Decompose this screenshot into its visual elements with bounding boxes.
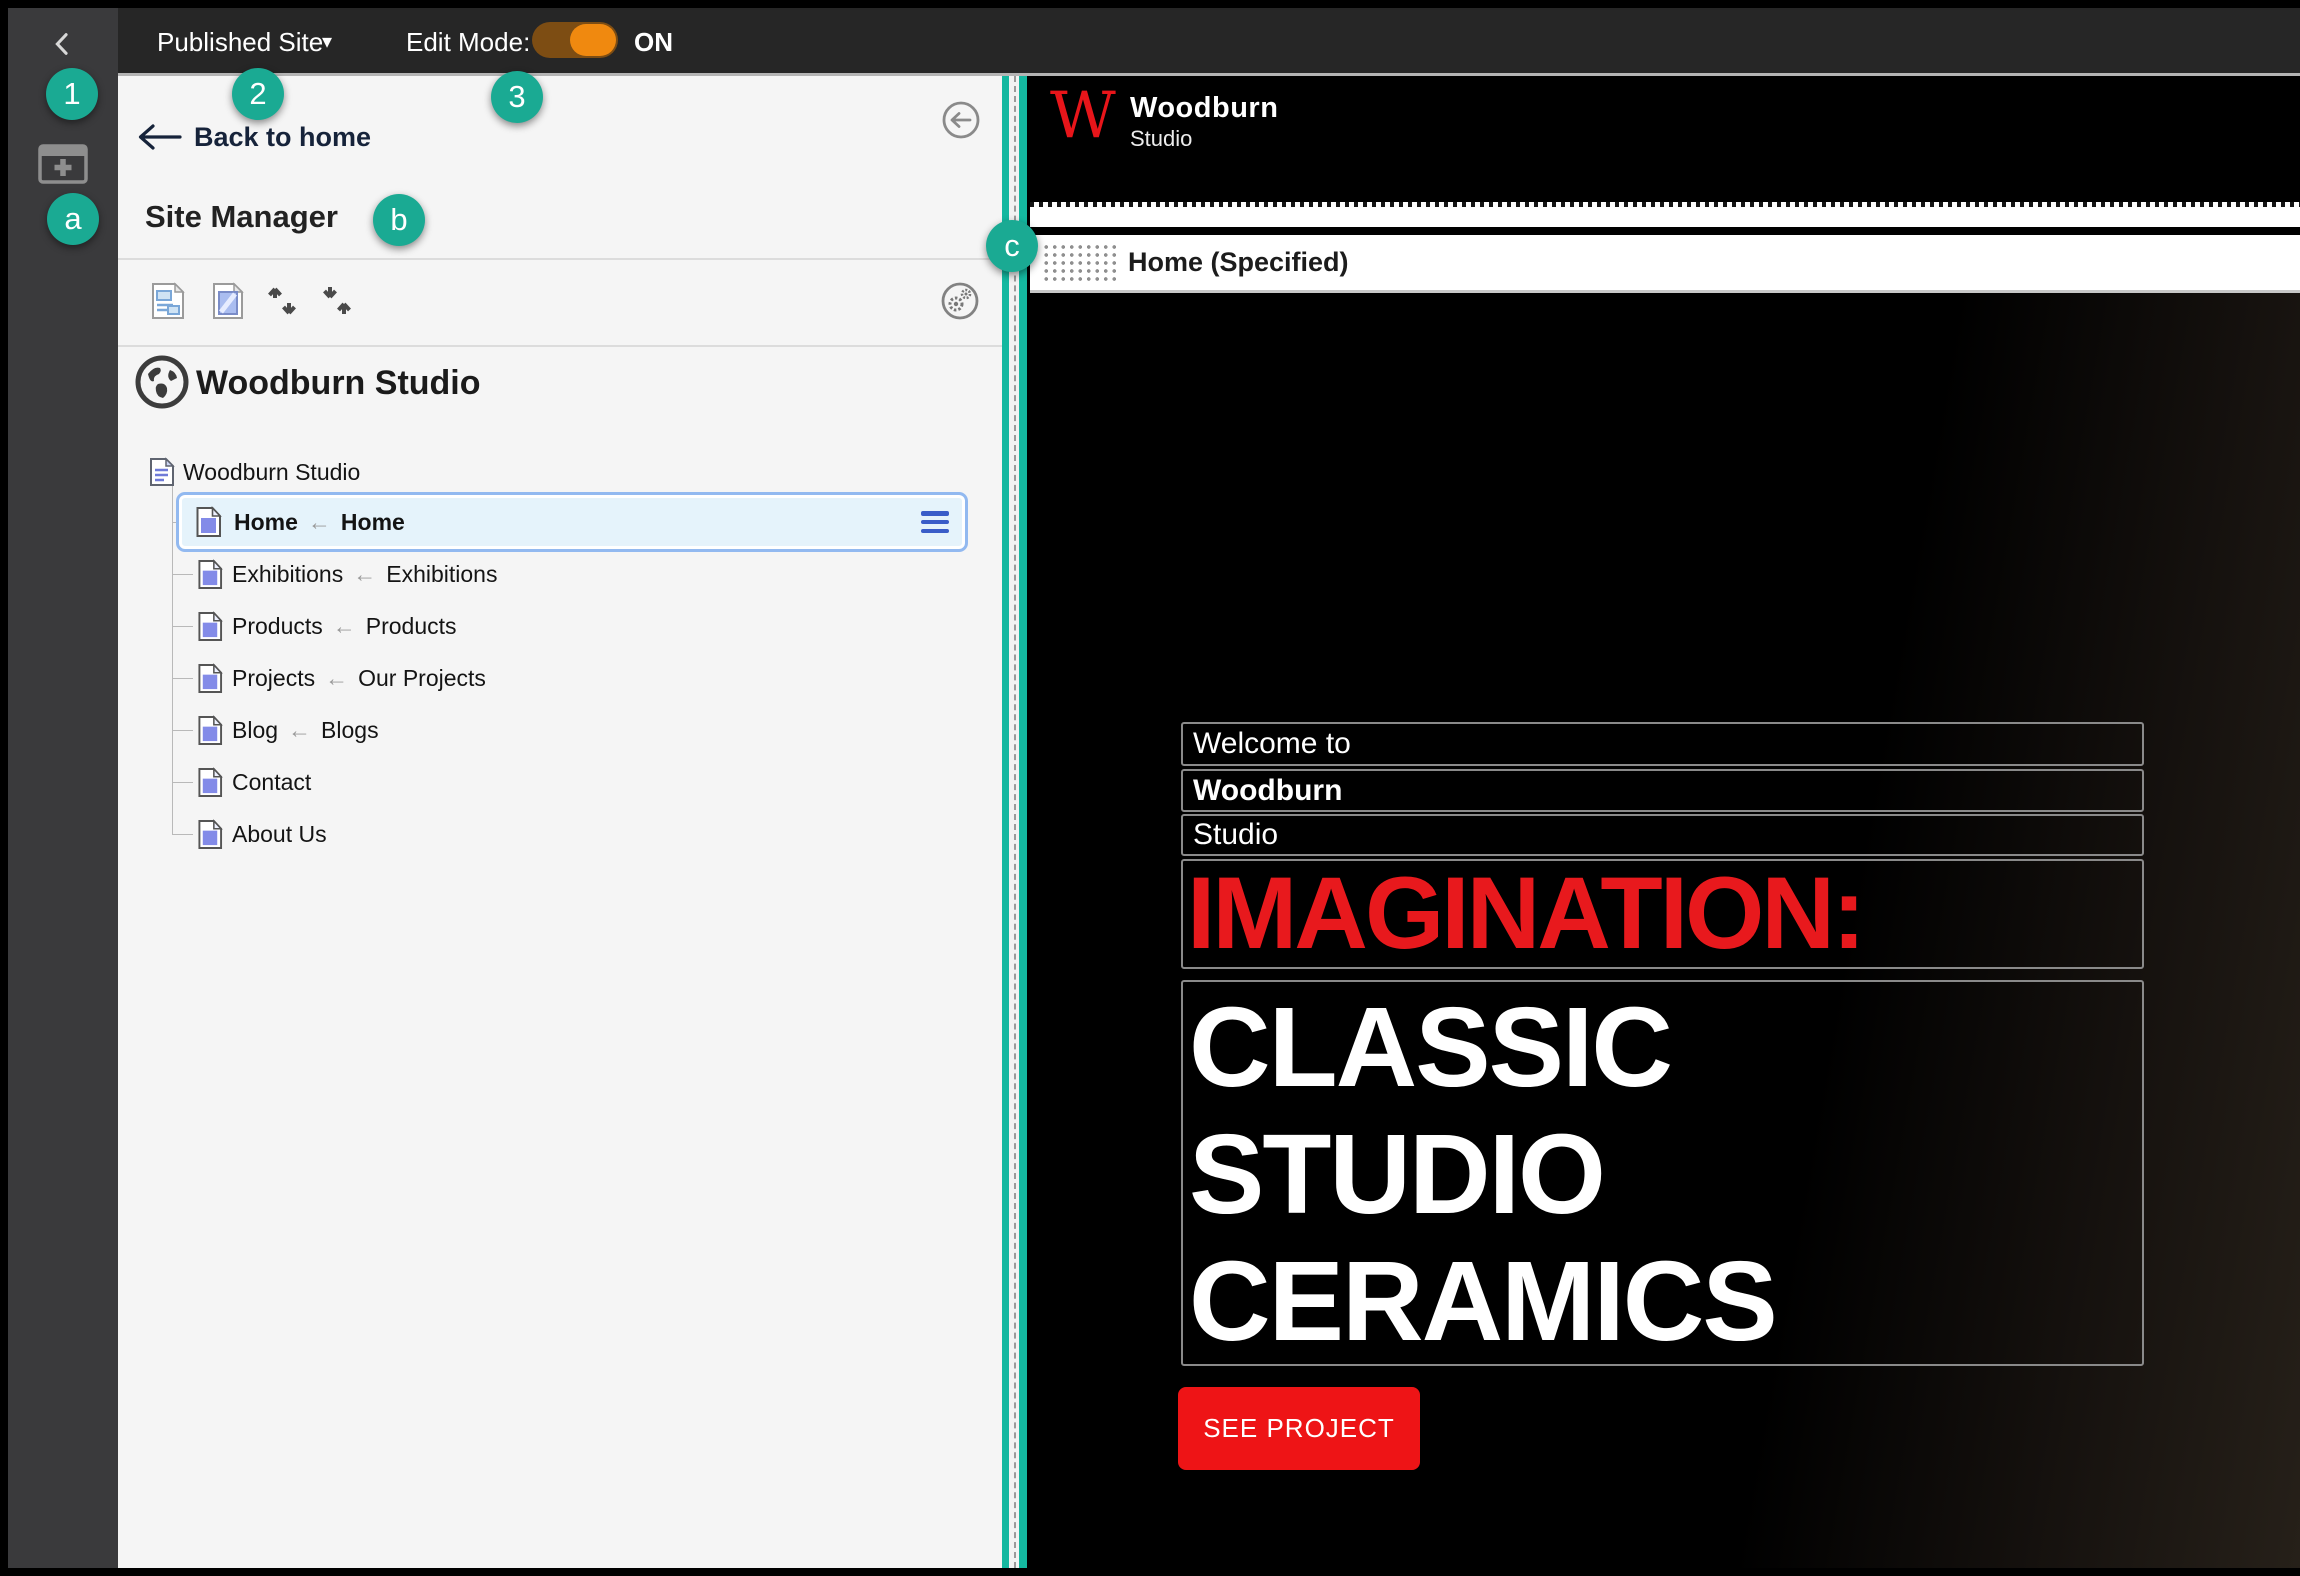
hero-line-2: Woodburn — [1193, 773, 1343, 807]
hero-text-field-2[interactable]: Woodburn — [1181, 769, 2144, 812]
tree-item-projects[interactable]: Projects ← Our Projects — [197, 661, 486, 695]
page-icon — [198, 662, 223, 693]
page-icon — [198, 714, 223, 745]
back-arrow-icon[interactable] — [136, 122, 182, 152]
new-content-icon[interactable] — [210, 282, 246, 320]
panel-splitter[interactable] — [1002, 76, 1027, 1568]
row-menu-icon[interactable] — [921, 511, 949, 533]
tree-item-contact[interactable]: Contact — [197, 765, 311, 799]
page-target: Home — [340, 508, 405, 535]
page-name: Exhibitions — [232, 560, 344, 587]
splitter-grip[interactable] — [1009, 76, 1019, 1568]
collapse-all-icon[interactable] — [320, 282, 356, 320]
tree-connector — [172, 782, 193, 783]
page-icon — [198, 766, 223, 797]
edit-mode-state: ON — [634, 27, 673, 57]
page-name: Blog — [232, 716, 279, 743]
top-bar — [8, 8, 2300, 73]
collapse-rail-icon[interactable] — [48, 30, 76, 58]
tree-item-products[interactable]: Products ← Products — [197, 609, 457, 643]
see-project-button[interactable]: SEE PROJECT — [1178, 1387, 1420, 1470]
page-icon — [198, 818, 223, 849]
edit-mode-toggle[interactable] — [532, 22, 618, 58]
tree-connector — [172, 678, 193, 679]
page-name: Products — [232, 612, 323, 639]
annotation-badge-c: c — [986, 220, 1038, 272]
section-label-band: Home (Specified) — [1030, 235, 2300, 290]
hero-line-3: Studio — [1193, 818, 1279, 851]
chevron-down-icon[interactable]: ▾ — [322, 29, 332, 54]
maps-to-arrow: ← — [325, 664, 349, 691]
tree-connector — [172, 730, 193, 731]
headline-line-1: CLASSIC — [1189, 984, 1673, 1110]
maps-to-arrow: ← — [288, 716, 312, 743]
new-page-icon[interactable] — [150, 282, 186, 320]
page-name: Contact — [232, 768, 312, 795]
site-logo-name[interactable]: Woodburn — [1130, 92, 1278, 125]
page-target: Blogs — [321, 716, 379, 743]
edit-mode-label: Edit Mode: — [406, 27, 531, 57]
toggle-knob[interactable] — [570, 24, 616, 56]
tree-item-exhibitions[interactable]: Exhibitions ← Exhibitions — [197, 557, 497, 591]
new-window-icon[interactable] — [38, 144, 88, 184]
annotation-badge-a: a — [47, 193, 99, 245]
page-icon — [198, 558, 223, 589]
hero-headline-field[interactable]: CLASSIC STUDIO CERAMICS — [1181, 980, 2144, 1366]
site-logo-subtitle[interactable]: Studio — [1130, 126, 1192, 152]
tree-item-about-us[interactable]: About Us — [197, 817, 327, 851]
site-title[interactable]: Woodburn Studio — [196, 364, 481, 403]
page-name: Projects — [232, 664, 316, 691]
page-icon — [198, 610, 223, 641]
hero-text-field-1[interactable]: Welcome to — [1181, 722, 2144, 766]
settings-gears-icon[interactable] — [940, 281, 980, 321]
annotation-badge-b: b — [373, 194, 425, 246]
tree-root-label: Woodburn Studio — [183, 458, 361, 485]
page-target: Products — [365, 612, 457, 639]
page-name: About Us — [232, 820, 327, 847]
hero-highlight-field[interactable]: IMAGINATION: — [1181, 859, 2144, 969]
divider — [118, 258, 1002, 260]
tree-connector — [172, 574, 193, 575]
hero-highlight-text: IMAGINATION: — [1187, 856, 1866, 970]
headline-line-2: STUDIO — [1189, 1111, 1606, 1237]
published-site-dropdown[interactable]: Published Site — [157, 27, 323, 58]
page-name: Home — [234, 508, 298, 535]
tree-root-item[interactable]: Woodburn Studio — [148, 454, 360, 490]
maps-to-arrow: ← — [353, 560, 377, 587]
maps-to-arrow: ← — [332, 612, 356, 639]
page-target: Exhibitions — [386, 560, 498, 587]
site-manager-panel: Back to home Site Manager Woodburn Studi… — [118, 76, 1002, 1568]
preview-site-header: W Woodburn Studio — [1030, 76, 2300, 202]
drag-handle-icon[interactable] — [1042, 243, 1118, 281]
maps-to-arrow: ← — [307, 508, 331, 535]
annotation-badge-2: 2 — [232, 68, 284, 120]
site-node-icon — [150, 457, 175, 486]
tree-item-home-selected[interactable]: Home ← Home — [176, 492, 968, 552]
hero-line-1: Welcome to — [1193, 727, 1351, 760]
app-window: Published Site ▾ Edit Mode: ON 1 2 3 a b… — [0, 0, 2300, 1576]
back-to-home-link[interactable]: Back to home — [194, 122, 371, 153]
panel-title: Site Manager — [145, 199, 338, 234]
edit-region-gap — [1030, 207, 2300, 227]
collapse-panel-icon[interactable] — [941, 100, 981, 140]
headline-line-3: CERAMICS — [1189, 1238, 1778, 1364]
page-icon — [196, 506, 222, 537]
page-target: Our Projects — [358, 664, 486, 691]
hero-text-field-3[interactable]: Studio — [1181, 814, 2144, 856]
tree-connector — [172, 626, 193, 627]
site-preview: W Woodburn Studio Home (Specified) Welco… — [1030, 76, 2300, 1568]
globe-icon — [135, 355, 189, 409]
section-top-bar — [1030, 227, 2300, 235]
tree-connector — [172, 834, 193, 835]
annotation-badge-1: 1 — [46, 68, 98, 120]
expand-all-icon[interactable] — [265, 282, 301, 320]
section-label[interactable]: Home (Specified) — [1128, 247, 1349, 278]
annotation-badge-3: 3 — [491, 71, 543, 123]
preview-hero-section: Welcome to Woodburn Studio IMAGINATION: … — [1030, 293, 2300, 1568]
site-logo-monogram[interactable]: W — [1050, 84, 1116, 148]
tree-item-blog[interactable]: Blog ← Blogs — [197, 713, 379, 747]
divider — [118, 345, 1002, 347]
